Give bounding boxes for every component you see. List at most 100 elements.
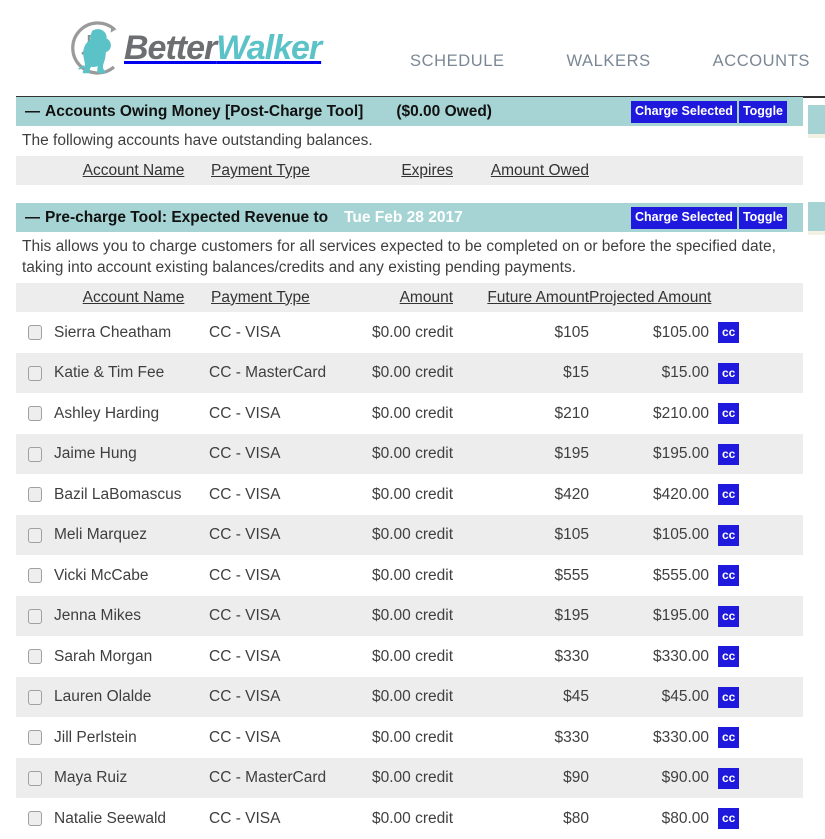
row-projected-amount: $15.00 — [589, 352, 709, 394]
charge-card-button[interactable]: cc — [718, 686, 740, 708]
row-future-amount: $195 — [479, 433, 589, 475]
row-amount: $0.00 credit — [359, 717, 479, 758]
owing-accounts-table: Account Name Payment Type Expires Amount… — [16, 156, 803, 186]
row-projected-amount: $45.00 — [589, 676, 709, 718]
row-projected-amount: $555.00 — [589, 555, 709, 596]
charge-card-button[interactable]: cc — [718, 767, 740, 789]
owing-table-head: Account Name Payment Type Expires Amount… — [16, 156, 803, 186]
charge-card-button[interactable]: cc — [718, 808, 740, 830]
row-future-amount: $330 — [479, 636, 589, 677]
charge-card-button[interactable]: cc — [718, 484, 740, 506]
owing-header-account-name[interactable]: Account Name — [54, 156, 209, 186]
row-future-amount: $105 — [479, 514, 589, 556]
owing-header-account-name-label: Account Name — [82, 161, 185, 179]
table-row: Natalie Seewald CC - VISA $0.00 credit $80 $… — [16, 798, 803, 839]
charge-card-button[interactable]: cc — [718, 322, 740, 344]
precharge-header-account-name[interactable]: Account Name — [54, 283, 209, 313]
precharge-header-payment-type[interactable]: Payment Type — [209, 283, 359, 313]
row-account-name: Sarah Morgan — [54, 636, 209, 677]
charge-card-button[interactable]: cc — [718, 403, 740, 425]
table-row: Jenna Mikes CC - VISA $0.00 credit $195 $195… — [16, 595, 803, 637]
row-amount: $0.00 credit — [359, 595, 479, 637]
brand-wordmark: BetterWalker — [124, 31, 322, 65]
owing-header-checkbox-cell — [16, 156, 54, 186]
row-checkbox[interactable] — [28, 811, 42, 827]
row-amount: $0.00 credit — [359, 312, 479, 353]
row-future-amount: $45 — [479, 676, 589, 718]
row-payment-type: CC - MasterCard — [209, 352, 359, 394]
row-checkbox-cell — [16, 474, 54, 515]
row-checkbox[interactable] — [28, 689, 42, 705]
row-checkbox-cell — [16, 717, 54, 758]
charge-card-button[interactable]: cc — [718, 443, 740, 465]
row-account-name: Jaime Hung — [54, 433, 209, 475]
precharge-header-projected-amount-label: Projected Amount — [589, 288, 712, 306]
panel-precharge-collapse-dash[interactable]: — — [25, 209, 40, 226]
site-header: BetterWalker SCHEDULE WALKERS ACCOUNTS — [0, 0, 825, 98]
charge-card-button[interactable]: cc — [718, 524, 740, 546]
row-account-name: Jenna Mikes — [54, 595, 209, 637]
panel-precharge-title: Pre-charge Tool: Expected Revenue to — [45, 208, 329, 226]
panel-gap — [16, 185, 825, 203]
row-checkbox[interactable] — [28, 608, 42, 624]
brand-logo-link[interactable]: BetterWalker — [62, 14, 322, 82]
owing-header-payment-type[interactable]: Payment Type — [209, 156, 359, 186]
nav-accounts[interactable]: ACCOUNTS — [713, 52, 810, 71]
row-checkbox[interactable] — [28, 446, 42, 462]
charge-selected-button-owing[interactable]: Charge Selected — [630, 101, 737, 123]
row-checkbox[interactable] — [28, 487, 42, 503]
row-checkbox[interactable] — [28, 325, 42, 341]
precharge-header-projected-amount[interactable]: Projected Amount — [589, 283, 712, 313]
table-row: Maya Ruiz CC - MasterCard $0.00 credit $90 $… — [16, 757, 803, 799]
row-future-amount: $80 — [479, 798, 589, 839]
panel-owing-title: Accounts Owing Money [Post-Charge Tool] — [45, 102, 364, 120]
row-checkbox[interactable] — [28, 527, 42, 543]
charge-card-button[interactable]: cc — [718, 362, 740, 384]
panel-owing-collapse-dash[interactable]: — — [25, 103, 40, 120]
row-projected-amount: $105.00 — [589, 312, 709, 353]
charge-selected-button-precharge[interactable]: Charge Selected — [630, 207, 737, 229]
row-checkbox[interactable] — [28, 365, 42, 381]
row-payment-type: CC - VISA — [209, 676, 359, 718]
row-account-name: Maya Ruiz — [54, 757, 209, 799]
precharge-header-payment-type-label: Payment Type — [211, 288, 310, 306]
precharge-header-amount[interactable]: Amount — [359, 283, 479, 313]
panel-precharge-date[interactable]: Tue Feb 28 2017 — [344, 209, 463, 227]
charge-card-button[interactable]: cc — [718, 727, 740, 749]
row-amount: $0.00 credit — [359, 757, 479, 799]
owing-header-spacer-1 — [589, 156, 709, 186]
toggle-button-owing[interactable]: Toggle — [738, 101, 787, 123]
row-checkbox[interactable] — [28, 406, 42, 422]
row-projected-amount: $330.00 — [589, 717, 709, 758]
row-amount: $0.00 credit — [359, 393, 479, 434]
precharge-accounts-table: Account Name Payment Type Amount Future … — [16, 283, 803, 839]
owing-header-amount-owed[interactable]: Amount Owed — [479, 156, 589, 186]
precharge-header-future-amount[interactable]: Future Amount — [479, 283, 589, 313]
owing-header-expires[interactable]: Expires — [359, 156, 479, 186]
panel-owing-total-owed: ($0.00 Owed) — [396, 102, 492, 120]
charge-card-button[interactable]: cc — [718, 565, 740, 587]
row-amount: $0.00 credit — [359, 514, 479, 556]
row-checkbox[interactable] — [28, 770, 42, 786]
nav-schedule[interactable]: SCHEDULE — [410, 52, 505, 71]
row-account-name: Bazil LaBomascus — [54, 474, 209, 515]
precharge-header-spacer — [709, 283, 803, 313]
panel-owing-header: — Accounts Owing Money [Post-Charge Tool… — [16, 97, 803, 126]
row-checkbox[interactable] — [28, 730, 42, 746]
row-amount: $0.00 credit — [359, 555, 479, 596]
row-cc-cell: cc — [709, 474, 803, 515]
row-cc-cell: cc — [709, 393, 803, 434]
table-row: Ashley Harding CC - VISA $0.00 credit $210 $… — [16, 393, 803, 434]
toggle-button-precharge[interactable]: Toggle — [738, 207, 787, 229]
charge-card-button[interactable]: cc — [718, 605, 740, 627]
row-checkbox[interactable] — [28, 649, 42, 665]
row-checkbox[interactable] — [28, 568, 42, 584]
panel-accounts-owing: — Accounts Owing Money [Post-Charge Tool… — [16, 97, 825, 186]
charge-card-button[interactable]: cc — [718, 646, 740, 668]
precharge-header-row: Account Name Payment Type Amount Future … — [16, 283, 803, 313]
row-amount: $0.00 credit — [359, 676, 479, 718]
nav-walkers[interactable]: WALKERS — [566, 52, 650, 71]
row-checkbox-cell — [16, 595, 54, 637]
page-content: — Accounts Owing Money [Post-Charge Tool… — [0, 97, 825, 839]
row-payment-type: CC - VISA — [209, 312, 359, 353]
